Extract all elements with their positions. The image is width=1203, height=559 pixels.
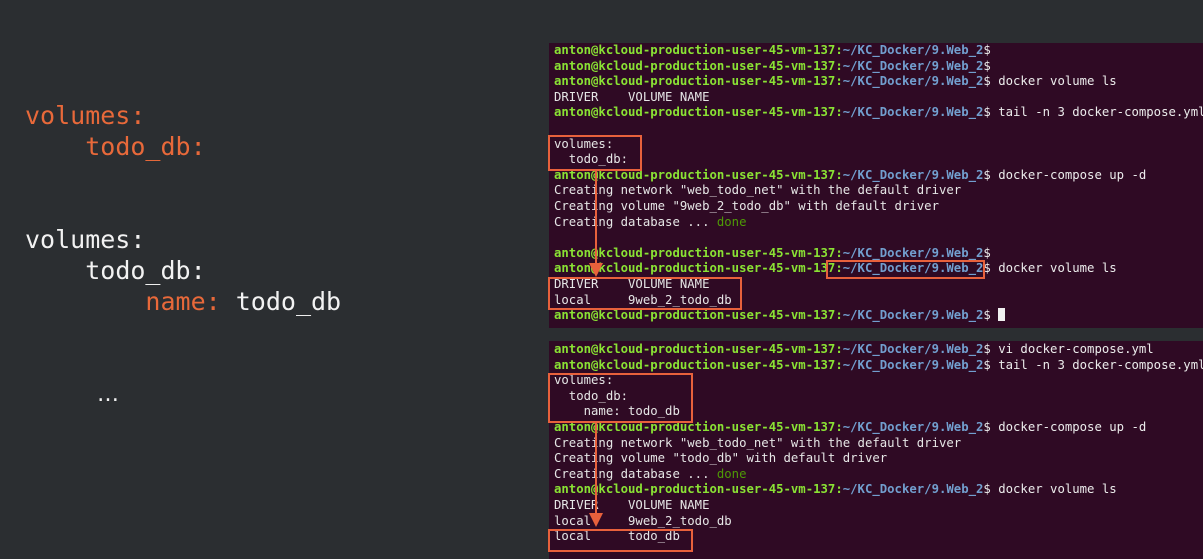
arrows-overlay xyxy=(589,171,603,527)
arrow-down-2 xyxy=(589,423,603,527)
arrow-down-1 xyxy=(589,171,603,277)
